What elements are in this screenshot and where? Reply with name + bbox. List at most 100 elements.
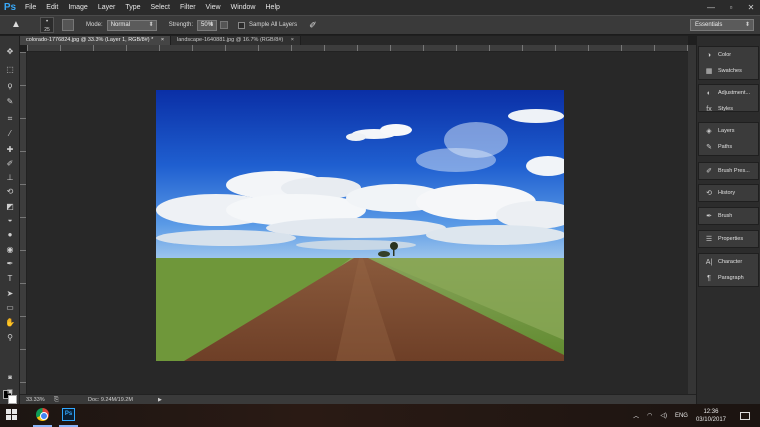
clone-stamp-tool-icon[interactable]: ⊥ bbox=[3, 172, 17, 184]
pen-tool-icon[interactable]: ✒ bbox=[3, 258, 17, 270]
type-tool-icon[interactable]: T bbox=[3, 273, 17, 285]
zoom-tool-icon[interactable]: ⚲ bbox=[3, 332, 17, 344]
marquee-tool-icon[interactable]: ⬚ bbox=[3, 64, 17, 76]
menu-edit[interactable]: Edit bbox=[41, 0, 63, 15]
brush-size-value: 25 bbox=[44, 27, 50, 33]
panel-styles[interactable]: fx Styles bbox=[699, 101, 758, 112]
mode-label: Mode: bbox=[86, 22, 103, 28]
panel-properties[interactable]: ☰ Properties bbox=[699, 231, 758, 247]
styles-icon: fx bbox=[706, 105, 712, 112]
brush-preset-picker[interactable]: • 25 bbox=[40, 17, 54, 33]
panel-brush-presets[interactable]: ✐ Brush Pres... bbox=[699, 163, 758, 179]
notification-icon[interactable] bbox=[740, 411, 750, 420]
clock-date: 03/10/2017 bbox=[695, 416, 726, 423]
panel-group-adjustments: ◐ Adjustment... fx Styles bbox=[698, 84, 759, 112]
document-image[interactable] bbox=[156, 90, 564, 361]
menu-layer[interactable]: Layer bbox=[93, 0, 121, 15]
photoshop-taskbar-icon[interactable]: Ps bbox=[62, 408, 75, 421]
language-indicator[interactable]: ENG bbox=[675, 413, 688, 419]
volume-icon[interactable]: ◁) bbox=[660, 412, 667, 419]
vertical-ruler[interactable] bbox=[20, 52, 27, 394]
menu-select[interactable]: Select bbox=[146, 0, 175, 15]
screen-mode-icon[interactable]: ▣ bbox=[3, 386, 17, 398]
menu-file[interactable]: File bbox=[20, 0, 41, 15]
chevron-up-icon[interactable]: ︿ bbox=[633, 411, 639, 420]
menu-view[interactable]: View bbox=[201, 0, 226, 15]
menu-type[interactable]: Type bbox=[120, 0, 145, 15]
tab-colorado[interactable]: colorado-1776824.jpg @ 33.3% (Layer 1, R… bbox=[20, 36, 172, 45]
panel-paragraph[interactable]: ¶ Paragraph bbox=[699, 270, 758, 286]
hand-tool-icon[interactable]: ✋ bbox=[3, 317, 17, 329]
healing-brush-tool-icon[interactable]: ✚ bbox=[3, 144, 17, 156]
tab-close-icon[interactable]: × bbox=[161, 37, 164, 43]
wifi-icon[interactable]: ◠ bbox=[647, 412, 652, 419]
dodge-tool-icon[interactable]: ◉ bbox=[3, 244, 17, 256]
panel-layers[interactable]: ◈ Layers bbox=[699, 123, 758, 139]
panel-label: Styles bbox=[718, 106, 733, 112]
right-panel-dock: ◑ Color ▦ Swatches ◐ Adjustment... fx Styles… bbox=[697, 36, 760, 404]
tab-close-icon[interactable]: × bbox=[291, 37, 294, 43]
path-selection-tool-icon[interactable]: ➤ bbox=[3, 288, 17, 300]
panel-label: Brush Pres... bbox=[718, 168, 750, 174]
menu-filter[interactable]: Filter bbox=[175, 0, 201, 15]
strength-label: Strength: bbox=[168, 22, 194, 28]
sample-all-layers-checkbox[interactable] bbox=[238, 21, 246, 29]
panel-label: Paragraph bbox=[718, 275, 744, 281]
strength-slider-toggle[interactable] bbox=[220, 21, 229, 29]
adjustments-icon: ◐ bbox=[706, 89, 712, 97]
windows-start-icon[interactable] bbox=[6, 409, 18, 421]
tab-label: landscape-1640881.jpg @ 16.7% (RGB/8#) bbox=[177, 37, 284, 43]
menu-window[interactable]: Window bbox=[226, 0, 261, 15]
eyedropper-tool-icon[interactable]: ⁄ bbox=[3, 128, 17, 140]
horizontal-ruler[interactable] bbox=[27, 45, 688, 52]
panel-character[interactable]: A| Character bbox=[699, 254, 758, 270]
lasso-tool-icon[interactable]: ϙ bbox=[3, 80, 17, 92]
paragraph-icon: ¶ bbox=[707, 274, 711, 282]
panel-swatches[interactable]: ▦ Swatches bbox=[699, 63, 758, 79]
eraser-tool-icon[interactable]: ◩ bbox=[3, 201, 17, 213]
panel-brush[interactable]: ✒ Brush bbox=[699, 208, 758, 224]
panel-color[interactable]: ◑ Color bbox=[699, 47, 758, 63]
mode-dropdown[interactable]: Normal bbox=[106, 19, 157, 31]
quick-mask-icon[interactable]: ◙ bbox=[3, 372, 17, 384]
panel-group-color: ◑ Color ▦ Swatches bbox=[698, 46, 759, 80]
panel-history[interactable]: ⟲ History bbox=[699, 185, 758, 201]
strength-input[interactable]: 50% bbox=[197, 19, 218, 31]
brush-icon: ✒ bbox=[706, 213, 712, 220]
chrome-icon[interactable] bbox=[36, 408, 49, 421]
minimize-button[interactable]: — bbox=[706, 3, 716, 12]
layers-icon: ◈ bbox=[706, 128, 712, 135]
protect-detail-icon[interactable]: ✐ bbox=[309, 20, 317, 31]
sharpen-tool-icon[interactable]: ▲ bbox=[6, 17, 26, 33]
clock[interactable]: 12:36 03/10/2017 bbox=[696, 408, 726, 424]
brush-panel-toggle-icon[interactable] bbox=[62, 19, 74, 31]
vertical-scrollbar[interactable] bbox=[688, 45, 696, 394]
tab-landscape[interactable]: landscape-1640881.jpg @ 16.7% (RGB/8#) × bbox=[171, 36, 301, 45]
document-tabs: colorado-1776824.jpg @ 33.3% (Layer 1, R… bbox=[20, 36, 688, 45]
panel-label: Adjustment... bbox=[718, 90, 751, 96]
panel-label: Properties bbox=[718, 236, 744, 242]
panel-group-history: ⟲ History bbox=[698, 184, 759, 202]
window-controls: — ▫ ✕ bbox=[706, 0, 756, 15]
properties-icon: ☰ bbox=[705, 236, 713, 243]
workspace-dropdown[interactable]: Essentials bbox=[690, 19, 754, 31]
menu-bar: Ps File Edit Image Layer Type Select Fil… bbox=[0, 0, 760, 15]
panel-paths[interactable]: ✎ Paths bbox=[699, 139, 758, 155]
history-icon: ⟲ bbox=[706, 190, 712, 197]
history-brush-tool-icon[interactable]: ⟲ bbox=[3, 186, 17, 198]
crop-tool-icon[interactable]: ⌗ bbox=[3, 113, 17, 125]
panel-adjustments[interactable]: ◐ Adjustment... bbox=[699, 85, 758, 101]
canvas-workspace[interactable] bbox=[27, 52, 688, 394]
toolbox: ✥ ⬚ ϙ ✎ ⌗ ⁄ ✚ ✐ ⊥ ⟲ ◩ ◒ ● ◉ ✒ T ➤ ▭ ✋ ⚲ … bbox=[0, 36, 20, 404]
menu-image[interactable]: Image bbox=[63, 0, 92, 15]
brush-tool-icon[interactable]: ✐ bbox=[3, 158, 17, 170]
rectangle-tool-icon[interactable]: ▭ bbox=[3, 302, 17, 314]
menu-help[interactable]: Help bbox=[261, 0, 285, 15]
maximize-button[interactable]: ▫ bbox=[726, 3, 736, 12]
paint-bucket-tool-icon[interactable]: ◒ bbox=[3, 214, 17, 226]
blur-tool-icon[interactable]: ● bbox=[3, 229, 17, 241]
panel-group-character: A| Character ¶ Paragraph bbox=[698, 253, 759, 287]
close-button[interactable]: ✕ bbox=[746, 3, 756, 12]
quick-select-tool-icon[interactable]: ✎ bbox=[3, 96, 17, 108]
move-tool-icon[interactable]: ✥ bbox=[3, 46, 17, 58]
